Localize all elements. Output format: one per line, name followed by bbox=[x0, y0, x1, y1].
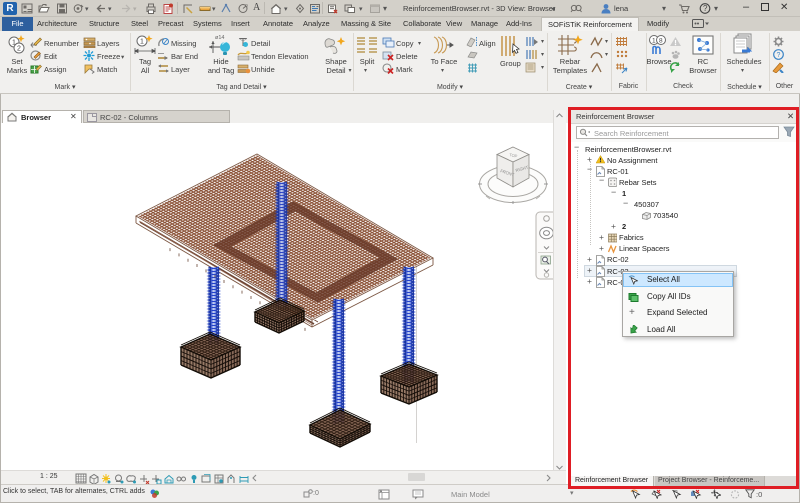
svg-text:ø14: ø14 bbox=[215, 35, 224, 41]
svg-text:8: 8 bbox=[659, 38, 663, 45]
svg-text:o: o bbox=[245, 3, 248, 9]
svg-text:?: ? bbox=[777, 52, 781, 59]
svg-text:?: ? bbox=[703, 4, 708, 13]
svg-text:1: 1 bbox=[140, 39, 144, 46]
svg-text:1: 1 bbox=[652, 38, 656, 45]
svg-text:2: 2 bbox=[17, 46, 21, 53]
